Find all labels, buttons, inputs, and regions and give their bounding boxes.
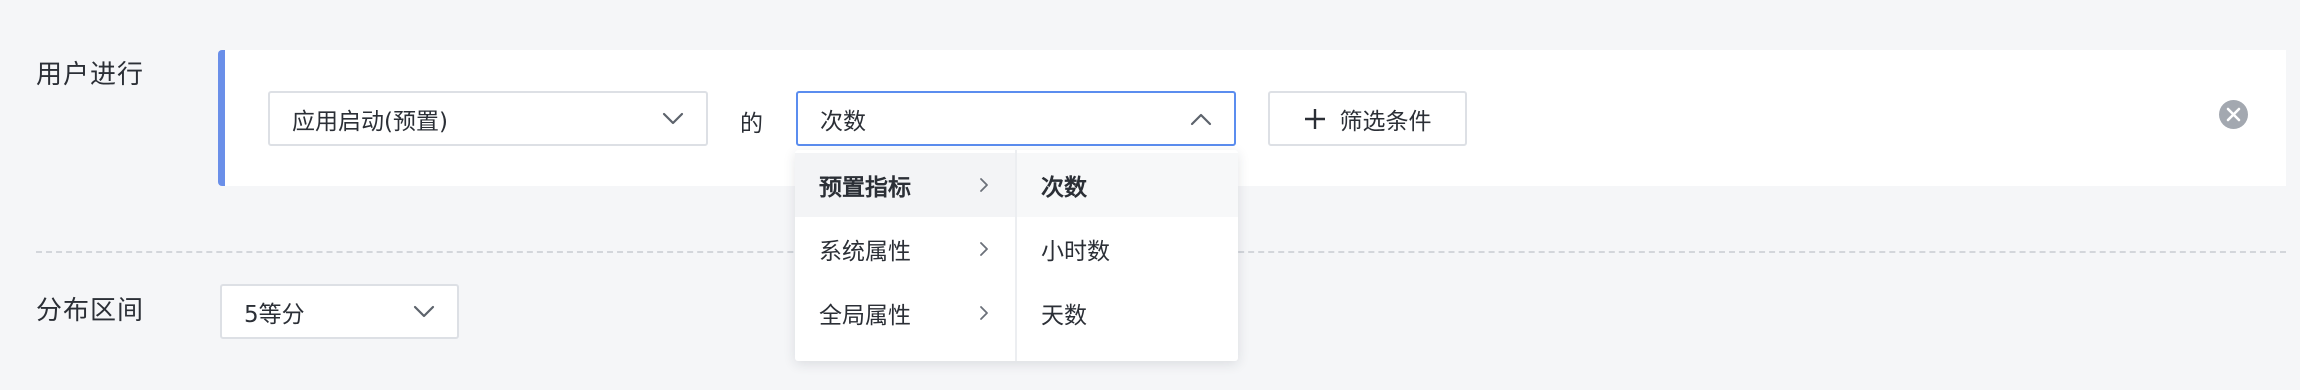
event-select-value: 应用启动(预置) [292,108,448,135]
category-item-label: 预置指标 [819,175,911,201]
chevron-right-icon [980,306,988,320]
option-item-label: 次数 [1041,175,1087,201]
category-item-preset-metrics[interactable]: 预置指标 [795,153,1015,217]
analysis-config-panel: 用户进行 应用启动(预置) 的 次数 筛选条件 分布区间 5等分 预置指标 系统… [0,0,2300,390]
metric-dropdown-menu: 预置指标 系统属性 全局属性 次数 小时数 天数 [795,150,1238,361]
option-item-label: 天数 [1041,303,1087,329]
category-item-global-properties[interactable]: 全局属性 [795,281,1015,345]
chevron-right-icon [980,178,988,192]
chevron-right-icon [980,242,988,256]
chevron-down-icon [662,112,684,124]
chevron-up-icon [1190,113,1212,125]
distribution-label: 分布区间 [36,296,145,326]
category-item-label: 全局属性 [819,303,911,329]
category-item-label: 系统属性 [819,239,911,265]
event-select[interactable]: 应用启动(预置) [268,91,708,146]
distribution-select-value: 5等分 [244,301,305,328]
remove-condition-button[interactable] [2219,100,2248,129]
plus-icon [1304,108,1325,129]
add-filter-label: 筛选条件 [1339,108,1432,135]
chevron-down-icon [413,305,435,317]
option-item-label: 小时数 [1041,239,1110,265]
option-item-hours[interactable]: 小时数 [1017,217,1238,281]
user-action-label: 用户进行 [36,60,145,90]
distribution-select[interactable]: 5等分 [220,284,459,339]
metric-select[interactable]: 次数 [796,91,1236,146]
add-filter-button[interactable]: 筛选条件 [1268,91,1467,146]
category-item-system-properties[interactable]: 系统属性 [795,217,1015,281]
of-connector-label: 的 [740,111,763,137]
metric-select-value: 次数 [820,108,866,135]
close-circle-icon [2226,107,2241,122]
metric-option-list: 次数 小时数 天数 [1017,150,1238,361]
option-item-count[interactable]: 次数 [1017,153,1238,217]
metric-category-list: 预置指标 系统属性 全局属性 [795,150,1017,361]
option-item-days[interactable]: 天数 [1017,281,1238,345]
